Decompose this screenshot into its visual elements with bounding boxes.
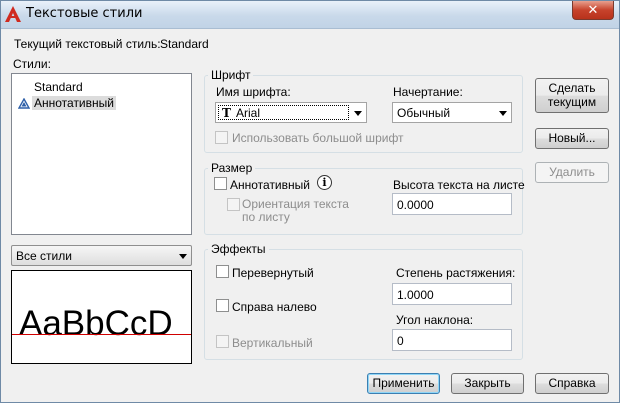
title-bar[interactable]: Текстовые стили ✕: [1, 1, 619, 29]
close-window-button[interactable]: ✕: [572, 1, 614, 20]
close-icon: ✕: [587, 2, 599, 17]
font-style-label: Начертание:: [393, 85, 463, 99]
styles-filter-dropdown[interactable]: Все стили: [11, 245, 192, 266]
current-style-value: Standard: [160, 37, 209, 51]
styles-label: Стили:: [13, 57, 51, 71]
font-group-title: Шрифт: [208, 68, 254, 82]
list-item-standard[interactable]: Standard: [34, 80, 83, 94]
annotative-icon: [18, 98, 30, 109]
oblique-angle-label: Угол наклона:: [396, 313, 474, 327]
paper-height-label: Высота текста на листе: [393, 178, 525, 192]
upside-down-label: Перевернутый: [232, 266, 314, 280]
new-style-button[interactable]: Новый...: [535, 128, 609, 149]
oblique-angle-value: 0: [397, 334, 404, 348]
truetype-icon: T: [222, 106, 231, 120]
width-factor-value: 1.0000: [397, 288, 434, 302]
info-icon[interactable]: i: [317, 175, 332, 190]
width-factor-input[interactable]: 1.0000: [392, 283, 512, 305]
current-style-label: Текущий текстовый стиль:: [14, 37, 161, 51]
set-current-label-line2: текущим: [547, 95, 597, 109]
paper-height-input[interactable]: 0.0000: [392, 193, 512, 215]
font-name-value: Arial: [236, 106, 261, 120]
big-font-label: Использовать большой шрифт: [232, 131, 404, 145]
orientation-checkbox[interactable]: [227, 198, 240, 211]
size-group-title: Размер: [208, 161, 256, 175]
preview-sample-text: AaBbCcD: [19, 304, 173, 343]
styles-filter-value: Все стили: [16, 249, 72, 263]
font-name-dropdown[interactable]: T Arial: [215, 102, 367, 123]
chevron-down-icon: [499, 111, 507, 116]
styles-list[interactable]: Standard Аннотативный: [11, 73, 192, 235]
style-preview: AaBbCcD: [11, 270, 192, 364]
window-title: Текстовые стили: [26, 6, 143, 21]
chevron-down-icon: [179, 254, 187, 259]
set-current-label-line1: Сделать: [548, 81, 596, 95]
backwards-label: Справа налево: [232, 300, 317, 314]
upside-down-checkbox[interactable]: [216, 265, 229, 278]
set-current-button[interactable]: Сделать текущим: [535, 78, 609, 113]
effects-group-title: Эффекты: [208, 242, 269, 256]
big-font-checkbox[interactable]: [215, 131, 228, 144]
font-style-value: Обычный: [397, 106, 451, 120]
apply-button[interactable]: Применить: [367, 373, 440, 394]
annotative-label: Аннотативный: [230, 178, 310, 192]
help-button[interactable]: Справка: [535, 373, 609, 394]
annotative-checkbox[interactable]: [214, 177, 227, 190]
font-style-dropdown[interactable]: Обычный: [392, 102, 512, 123]
paper-height-value: 0.0000: [397, 198, 434, 212]
text-style-dialog: Текстовые стили ✕ Текущий текстовый стил…: [0, 0, 620, 403]
preview-baseline: [12, 334, 191, 335]
font-name-label: Имя шрифта:: [216, 85, 291, 99]
delete-style-button[interactable]: Удалить: [535, 162, 609, 183]
vertical-label: Вертикальный: [232, 336, 313, 350]
autocad-logo-icon: [5, 6, 21, 22]
oblique-angle-input[interactable]: 0: [392, 329, 512, 351]
orientation-label-line2: по листу: [242, 210, 290, 224]
vertical-checkbox[interactable]: [216, 335, 229, 348]
chevron-down-icon: [354, 111, 362, 116]
list-item-annotative[interactable]: Аннотативный: [32, 96, 116, 110]
close-button[interactable]: Закрыть: [451, 373, 524, 394]
orientation-label-line1: Ориентация текста: [242, 197, 349, 211]
backwards-checkbox[interactable]: [216, 299, 229, 312]
width-factor-label: Степень растяжения:: [396, 266, 516, 280]
